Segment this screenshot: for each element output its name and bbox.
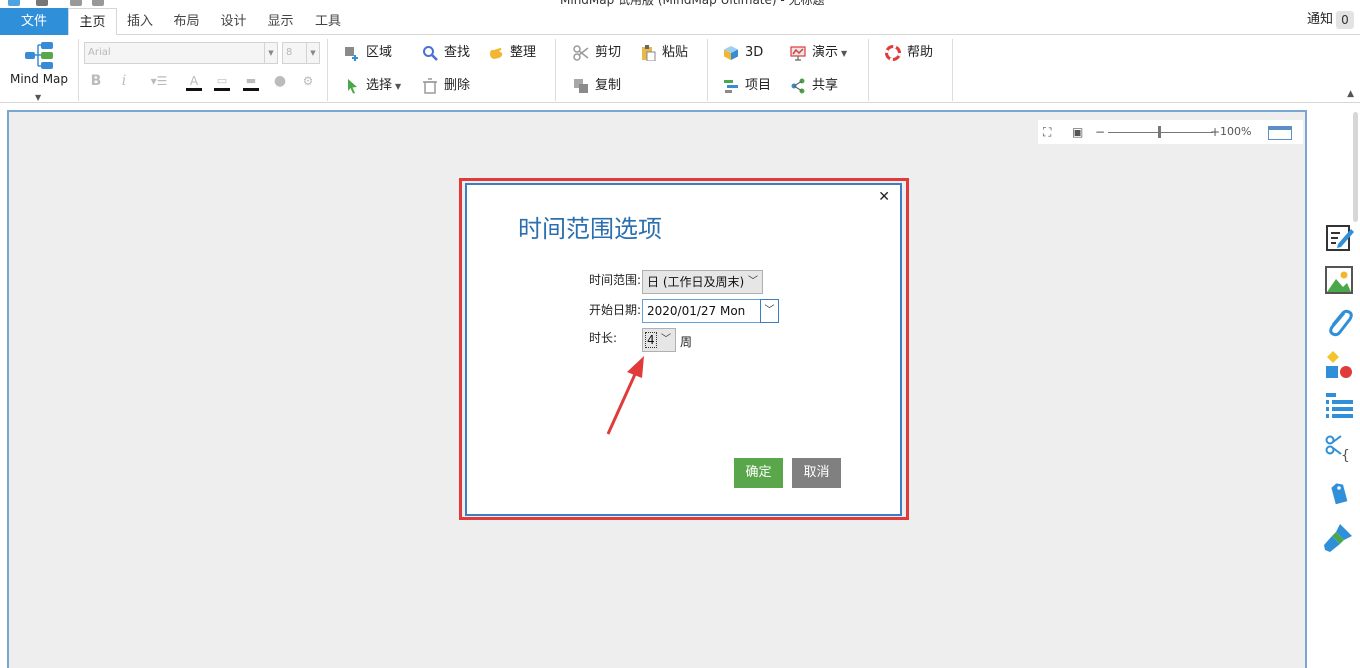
lifebuoy-icon xyxy=(885,45,901,61)
svg-text:{ }: { } xyxy=(1341,448,1356,464)
tab-insert[interactable]: 插入 xyxy=(117,8,163,36)
scissors-code-icon[interactable]: { } xyxy=(1322,432,1360,466)
save-icon[interactable] xyxy=(36,0,48,6)
tab-layout[interactable]: 布局 xyxy=(163,8,210,36)
separator xyxy=(952,39,953,101)
window-title: MindMap 试用版 (MindMap Ultimate) - 无标题 xyxy=(560,0,825,7)
cube-icon xyxy=(724,46,738,60)
dialog-title: 时间范围选项 xyxy=(518,215,662,243)
separator xyxy=(868,39,869,101)
menu-file[interactable]: 文件 xyxy=(0,8,68,35)
italic-icon[interactable]: i xyxy=(116,71,132,91)
font-size-value: 8 xyxy=(286,47,293,58)
chevron-down-icon[interactable]: ▼ xyxy=(264,43,277,63)
zoom-out-icon[interactable]: − xyxy=(1095,125,1105,139)
actual-size-icon[interactable]: ▣ xyxy=(1072,125,1083,139)
copy-icon xyxy=(574,79,588,93)
separator xyxy=(327,39,328,101)
shapes-icon[interactable] xyxy=(1322,348,1356,382)
mindmap-icon xyxy=(25,42,53,69)
tag-icon[interactable] xyxy=(1322,476,1356,510)
chevron-down-icon[interactable]: ▼ xyxy=(306,43,319,63)
paste-icon xyxy=(642,45,656,61)
time-range-select[interactable]: 日 (工作日及周末) ﹀ xyxy=(642,270,763,294)
ok-button[interactable]: 确定 xyxy=(734,458,783,488)
notify-label[interactable]: 通知 xyxy=(1307,8,1333,32)
app-icon xyxy=(8,0,20,6)
cursor-icon xyxy=(348,79,357,94)
undo-icon[interactable] xyxy=(70,0,82,6)
close-icon[interactable]: ✕ xyxy=(878,189,890,205)
window-layout-icon[interactable] xyxy=(1268,126,1292,140)
presentation-icon xyxy=(790,46,806,61)
zoom-slider-thumb[interactable] xyxy=(1158,126,1161,138)
time-range-dialog: ✕ 时间范围选项 时间范围: 日 (工作日及周末) ﹀ 开始日期: 2020/0… xyxy=(465,183,902,516)
duration-unit: 周 xyxy=(680,335,693,349)
start-date-value: 2020/01/27 Mon xyxy=(647,304,746,318)
palette-icon[interactable]: ● xyxy=(270,71,290,91)
menu-bar: 文件 主页 插入 布局 设计 显示 工具 通知 0 xyxy=(0,8,1360,36)
chevron-down-icon: ▼ xyxy=(841,49,848,58)
duration-label: 时长: xyxy=(589,331,618,345)
separator xyxy=(78,39,79,101)
chevron-down-icon: ▼ xyxy=(395,82,402,91)
tab-design[interactable]: 设计 xyxy=(210,8,257,36)
search-icon xyxy=(423,46,438,61)
highlight-color-icon[interactable]: ▭ xyxy=(212,71,232,91)
vertical-scrollbar[interactable] xyxy=(1353,112,1358,222)
duration-value: 4 xyxy=(645,332,657,348)
trash-icon xyxy=(423,78,437,94)
zoom-in-icon[interactable]: + xyxy=(1210,125,1220,139)
attachment-icon[interactable] xyxy=(1322,305,1356,339)
cancel-button[interactable]: 取消 xyxy=(792,458,841,488)
fit-page-icon[interactable]: ⛶ xyxy=(1043,125,1051,140)
gantt-icon xyxy=(724,80,738,93)
redo-icon[interactable] xyxy=(92,0,104,6)
chevron-up-icon[interactable]: ▲ xyxy=(1347,89,1354,99)
separator xyxy=(707,39,708,101)
font-size-select[interactable]: 8 ▼ xyxy=(282,42,320,64)
note-edit-icon[interactable] xyxy=(1322,221,1356,255)
time-range-value: 日 (工作日及周末) xyxy=(647,275,745,289)
bold-icon[interactable]: B xyxy=(88,71,104,91)
start-date-picker[interactable]: 2020/01/27 Mon ﹀ xyxy=(642,299,779,323)
range-label: 时间范围: xyxy=(589,273,642,287)
fill-color-icon[interactable]: ▬ xyxy=(241,71,261,91)
zoom-toolbar: ⛶ ▣ − + 100% xyxy=(1038,120,1303,144)
notification-area[interactable]: 通知 0 xyxy=(1270,8,1360,35)
font-family-select[interactable]: Arial ▼ xyxy=(84,42,278,64)
chevron-down-icon[interactable]: ﹀ xyxy=(744,271,762,293)
zoom-level: 100% xyxy=(1220,125,1252,138)
annotation-arrow xyxy=(606,356,644,435)
start-date-label: 开始日期: xyxy=(589,303,642,317)
duration-select[interactable]: 4 ﹀ xyxy=(642,328,676,352)
chevron-down-icon[interactable]: ▼ xyxy=(35,93,41,102)
tab-home[interactable]: 主页 xyxy=(68,8,117,36)
brush-icon[interactable] xyxy=(1322,520,1356,554)
image-icon[interactable] xyxy=(1322,263,1356,297)
outline-list-icon[interactable] xyxy=(1322,390,1356,424)
clear-format-icon[interactable]: ⚙ xyxy=(298,71,318,91)
ribbon: Mind Map ▼ Arial ▼ 8 ▼ B i ▾☰ A ▭ ▬ ● ⚙ … xyxy=(0,35,1360,103)
scissors-icon xyxy=(573,45,589,61)
chevron-down-icon[interactable]: ﹀ xyxy=(760,299,779,323)
font-color-icon[interactable]: A xyxy=(184,71,204,91)
font-family-value: Arial xyxy=(88,47,111,58)
chevron-down-icon[interactable]: ﹀ xyxy=(657,329,675,351)
share-icon xyxy=(791,78,805,94)
notify-count-badge: 0 xyxy=(1336,11,1354,29)
mindmap-button[interactable]: Mind Map ▼ xyxy=(6,37,72,102)
mindmap-label: Mind Map xyxy=(9,72,69,86)
separator xyxy=(555,39,556,101)
hand-icon xyxy=(490,48,503,59)
tab-tools[interactable]: 工具 xyxy=(304,8,352,36)
tab-view[interactable]: 显示 xyxy=(257,8,304,36)
region-icon xyxy=(345,47,358,61)
align-icon[interactable]: ▾☰ xyxy=(146,71,172,91)
title-bar: MindMap 试用版 (MindMap Ultimate) - 无标题 xyxy=(0,0,1360,8)
